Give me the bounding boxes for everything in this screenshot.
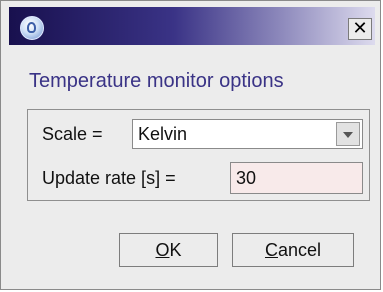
scale-dropdown[interactable]: Kelvin bbox=[132, 119, 363, 149]
cancel-label-rest: ancel bbox=[277, 239, 322, 260]
fields-panel: Scale = Kelvin Update rate [s] = bbox=[27, 109, 370, 201]
update-rate-input[interactable] bbox=[230, 162, 363, 194]
ok-mnemonic: O bbox=[155, 239, 170, 260]
chevron-down-icon[interactable] bbox=[336, 122, 360, 146]
ok-label-rest: K bbox=[169, 239, 182, 260]
ok-button[interactable]: OK bbox=[119, 233, 218, 267]
java-app-icon bbox=[20, 16, 44, 40]
cancel-mnemonic: C bbox=[264, 239, 278, 260]
close-button[interactable]: ✕ bbox=[348, 18, 372, 40]
scale-selected-value: Kelvin bbox=[138, 124, 188, 144]
dialog-heading: Temperature monitor options bbox=[29, 70, 284, 92]
scale-label: Scale = bbox=[42, 124, 103, 144]
title-bar[interactable]: ✕ bbox=[9, 7, 375, 45]
update-rate-label: Update rate [s] = bbox=[42, 168, 176, 188]
options-dialog: ✕ Temperature monitor options Scale = Ke… bbox=[0, 0, 381, 290]
cancel-button[interactable]: Cancel bbox=[232, 233, 354, 267]
